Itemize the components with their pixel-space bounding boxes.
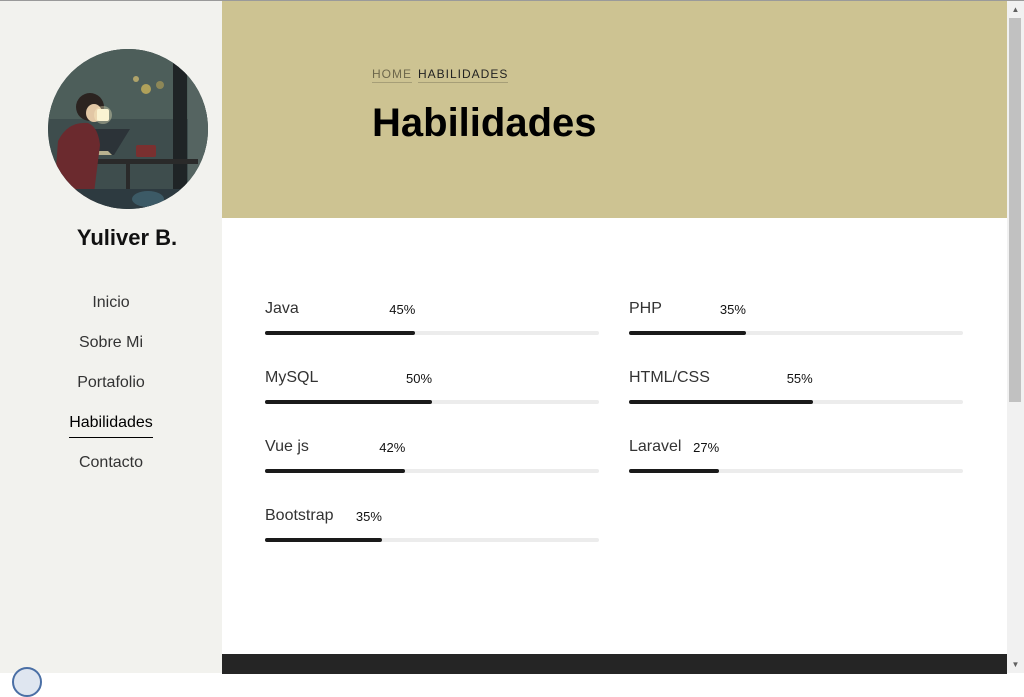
skill-name: MySQL: [265, 369, 319, 386]
nav-item-label: Habilidades: [69, 411, 153, 438]
skill-progress-fill: [265, 538, 382, 542]
vertical-scrollbar[interactable]: ▲ ▼: [1007, 1, 1024, 673]
nav-item-inicio[interactable]: Inicio: [0, 291, 222, 331]
nav-item-label: Contacto: [78, 454, 144, 471]
skill-progress-track: [265, 469, 599, 473]
skill-progress-track: [629, 469, 963, 473]
skill-progress-fill: [629, 469, 720, 473]
skill-progress-fill: [265, 469, 406, 473]
skill-progress-fill: [265, 331, 416, 335]
breadcrumb-home-link[interactable]: HOME: [372, 67, 412, 83]
avatar-illustration: [48, 49, 208, 209]
skill-item-laravel: Laravel 27%: [629, 438, 963, 478]
skill-item-bootstrap: Bootstrap 35%: [265, 507, 599, 547]
skill-item-html-css: HTML/CSS 55%: [629, 369, 963, 409]
skill-name: Bootstrap: [265, 507, 334, 524]
floating-chat-icon[interactable]: [12, 667, 42, 697]
skill-progress-track: [265, 400, 599, 404]
skill-name: HTML/CSS: [629, 369, 710, 386]
skill-name: Laravel: [629, 438, 682, 455]
avatar: [48, 49, 208, 209]
skill-name: PHP: [629, 300, 662, 317]
nav-item-sobre-mi[interactable]: Sobre Mi: [0, 331, 222, 371]
skill-percent: 35%: [355, 509, 382, 524]
skill-percent: 45%: [389, 302, 416, 317]
main-content: HOME HABILIDADES Habilidades Java 45% PHP…: [222, 1, 1007, 674]
skill-progress-fill: [629, 331, 746, 335]
nav-item-label: Inicio: [92, 294, 130, 311]
nav-item-portafolio[interactable]: Portafolio: [0, 371, 222, 411]
skill-name: Vue js: [265, 438, 309, 455]
skill-progress-fill: [265, 400, 432, 404]
skill-percent: 27%: [693, 440, 720, 455]
nav-item-label: Portafolio: [77, 374, 145, 391]
page-title: Habilidades: [372, 101, 597, 145]
nav-item-habilidades[interactable]: Habilidades: [0, 411, 222, 451]
main-navigation: Inicio Sobre Mi Portafolio Habilidades C…: [0, 291, 222, 491]
skill-percent: 50%: [406, 371, 433, 386]
scrollbar-thumb[interactable]: [1009, 18, 1021, 402]
scroll-down-arrow-icon[interactable]: ▼: [1007, 656, 1024, 673]
skill-progress-fill: [629, 400, 813, 404]
skill-item-php: PHP 35%: [629, 300, 963, 340]
skill-progress-track: [265, 538, 599, 542]
skill-progress-track: [265, 331, 599, 335]
skill-name: Java: [265, 300, 299, 317]
skill-item-vue-js: Vue js 42%: [265, 438, 599, 478]
skill-item-mysql: MySQL 50%: [265, 369, 599, 409]
sidebar: Yuliver B. Inicio Sobre Mi Portafolio Ha…: [0, 1, 222, 697]
skill-item-java: Java 45%: [265, 300, 599, 340]
page-footer: [222, 654, 1007, 674]
nav-item-label: Sobre Mi: [78, 334, 144, 351]
scroll-up-arrow-icon[interactable]: ▲: [1007, 1, 1024, 18]
skill-percent: 42%: [379, 440, 406, 455]
site-owner-name: Yuliver B.: [76, 225, 178, 250]
skill-percent: 55%: [786, 371, 813, 386]
breadcrumb: HOME HABILIDADES: [372, 67, 514, 83]
skill-progress-track: [629, 400, 963, 404]
nav-item-contacto[interactable]: Contacto: [0, 451, 222, 491]
breadcrumb-current: HABILIDADES: [418, 67, 509, 83]
page-header: HOME HABILIDADES Habilidades: [222, 1, 1007, 218]
skill-percent: 35%: [719, 302, 746, 317]
skill-progress-track: [629, 331, 963, 335]
